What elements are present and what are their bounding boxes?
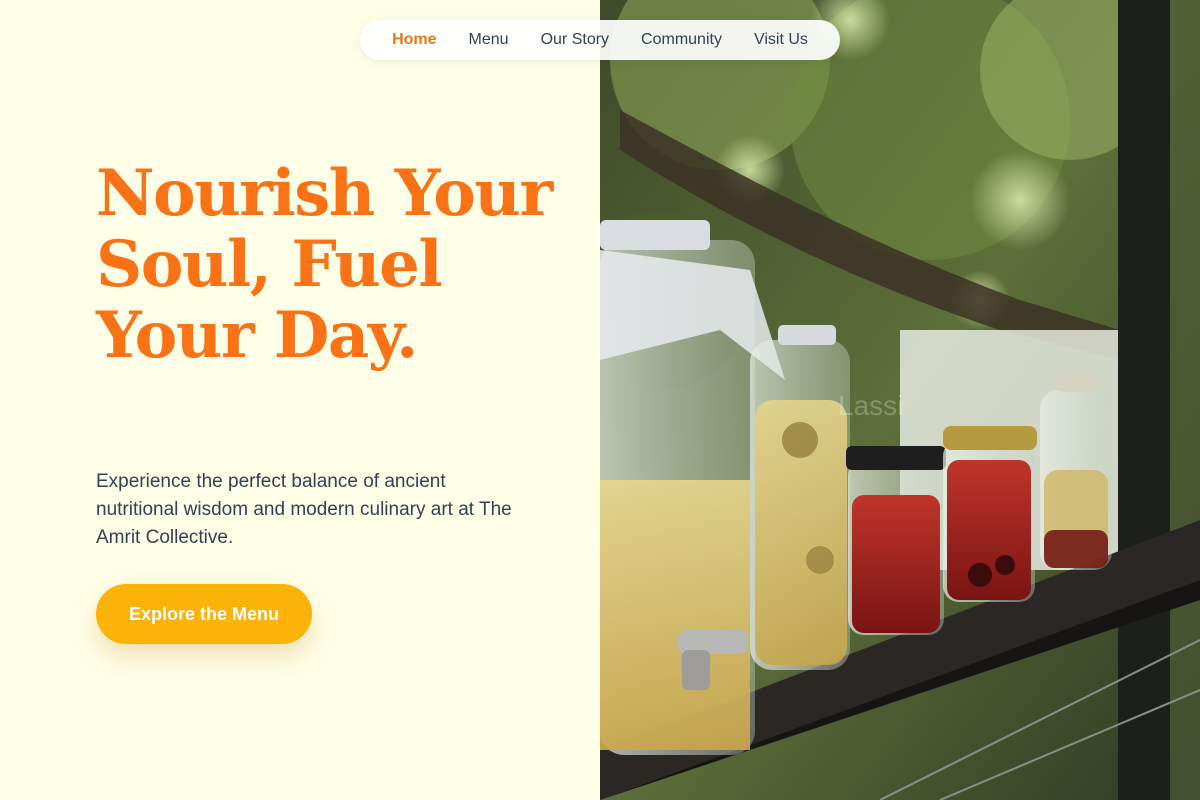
hero-title: Nourish Your Soul, Fuel Your Day.	[96, 156, 553, 373]
hero-left-panel: Nourish Your Soul, Fuel Your Day. Experi…	[0, 0, 600, 800]
hero-photo: Lassi	[600, 0, 1200, 800]
top-navigation: Home Menu Our Story Community Visit Us	[360, 20, 840, 60]
nav-visit-us[interactable]: Visit Us	[738, 31, 824, 49]
explore-menu-button[interactable]: Explore the Menu	[96, 584, 312, 644]
nav-community[interactable]: Community	[625, 31, 738, 49]
nav-home[interactable]: Home	[376, 31, 452, 49]
nav-menu[interactable]: Menu	[453, 31, 525, 49]
hero-subtitle: Experience the perfect balance of ancien…	[96, 471, 512, 548]
photo-watermark: Lassi	[838, 390, 903, 421]
nav-our-story[interactable]: Our Story	[525, 31, 625, 49]
jars-photo-illustration: Lassi	[600, 0, 1200, 800]
